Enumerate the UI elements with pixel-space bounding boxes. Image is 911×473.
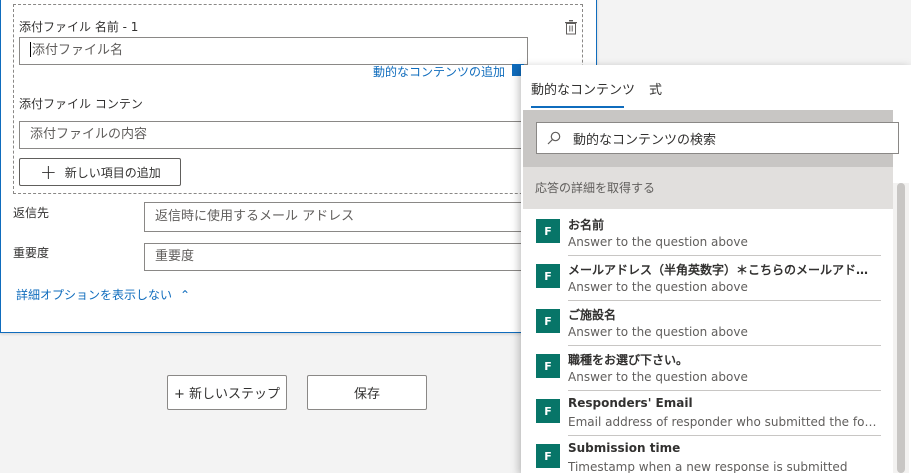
forms-icon: F [536,219,560,243]
list-item-title: Submission time [568,441,681,455]
add-new-item-button[interactable]: + 新しい項目の追加 [19,158,181,186]
trash-icon[interactable] [564,20,578,35]
add-new-item-label: 新しい項目の追加 [64,165,161,180]
tab-dynamic-content[interactable]: 動的なコンテンツ [531,79,635,98]
hide-advanced-options-label: 詳細オプションを表示しない [16,288,173,302]
attachment-content-input[interactable]: 添付ファイルの内容 [19,121,528,149]
list-item-title: Responders' Email [568,396,693,410]
hide-advanced-options-link[interactable]: 詳細オプションを表示しない ⌃ [16,286,190,303]
list-item[interactable]: F お名前 Answer to the question above [523,211,893,256]
list-item-title: お名前 [568,218,605,232]
list-item-desc: Answer to the question above [568,280,748,294]
send-email-action-card: 添付ファイル 名前 - 1 添付ファイル名 動的なコンテンツの追加 添付ファイル… [0,0,597,333]
add-dynamic-content-link[interactable]: 動的なコンテンツの追加 [373,63,505,80]
reply-to-input[interactable]: 返信時に使用するメール アドレス [144,202,534,232]
list-item-desc: Answer to the question above [568,325,748,339]
group-header: 応答の詳細を取得する [523,167,893,209]
list-item-desc: Answer to the question above [568,235,748,249]
list-item-title: ご施設名 [568,308,617,322]
forms-icon: F [536,399,560,423]
new-step-button[interactable]: + 新しいステップ [167,375,287,410]
list-item-desc: Answer to the question above [568,370,748,384]
list-item[interactable]: F Submission time Timestamp when a new r… [523,436,893,473]
importance-label: 重要度 [13,246,50,260]
list-item-desc: Timestamp when a new response is submitt… [568,460,848,473]
list-item-desc: Email address of responder who submitted… [568,415,878,429]
list-item[interactable]: F 職種をお選び下さい。 Answer to the question abov… [523,346,893,391]
plus-icon: + [40,160,57,184]
attachment-name-label: 添付ファイル 名前 - 1 [19,20,139,34]
save-button[interactable]: 保存 [307,375,427,410]
dynamic-content-search-input[interactable]: 動的なコンテンツの検索 [536,122,899,154]
forms-icon: F [536,309,560,333]
attachment-content-label-overflow [19,110,59,118]
chevron-up-icon: ⌃ [180,288,191,302]
search-area: 動的なコンテンツの検索 [523,110,899,167]
text-caret [30,42,31,57]
dynamic-content-panel: 動的なコンテンツ 式 動的なコンテンツの検索 応答の詳細を取得する F お名前 … [521,65,911,473]
tab-selected-indicator [531,106,624,108]
list-item[interactable]: F ご施設名 Answer to the question above [523,301,893,346]
search-placeholder: 動的なコンテンツの検索 [573,132,717,148]
forms-icon: F [536,264,560,288]
tab-expression[interactable]: 式 [649,79,662,98]
attachment-name-placeholder: 添付ファイル名 [32,43,124,58]
reply-to-label: 返信先 [13,206,50,220]
forms-icon: F [536,444,560,468]
list-item-title: メールアドレス（半角英数字）＊こちらのメールアドレスにご連絡いたします [568,263,878,277]
list-item-title: 職種をお選び下さい。 [568,353,689,367]
panel-tabs: 動的なコンテンツ 式 [521,65,911,110]
importance-dropdown[interactable]: 重要度 [144,243,534,271]
list-item[interactable]: F メールアドレス（半角英数字）＊こちらのメールアドレスにご連絡いたします An… [523,256,893,301]
forms-icon: F [536,354,560,378]
scrollbar-thumb[interactable] [897,183,905,473]
panel-scrollbar[interactable] [893,183,909,473]
attachment-name-input[interactable]: 添付ファイル名 [19,37,528,65]
search-icon [547,131,561,145]
list-item[interactable]: F Responders' Email Email address of res… [523,391,893,436]
